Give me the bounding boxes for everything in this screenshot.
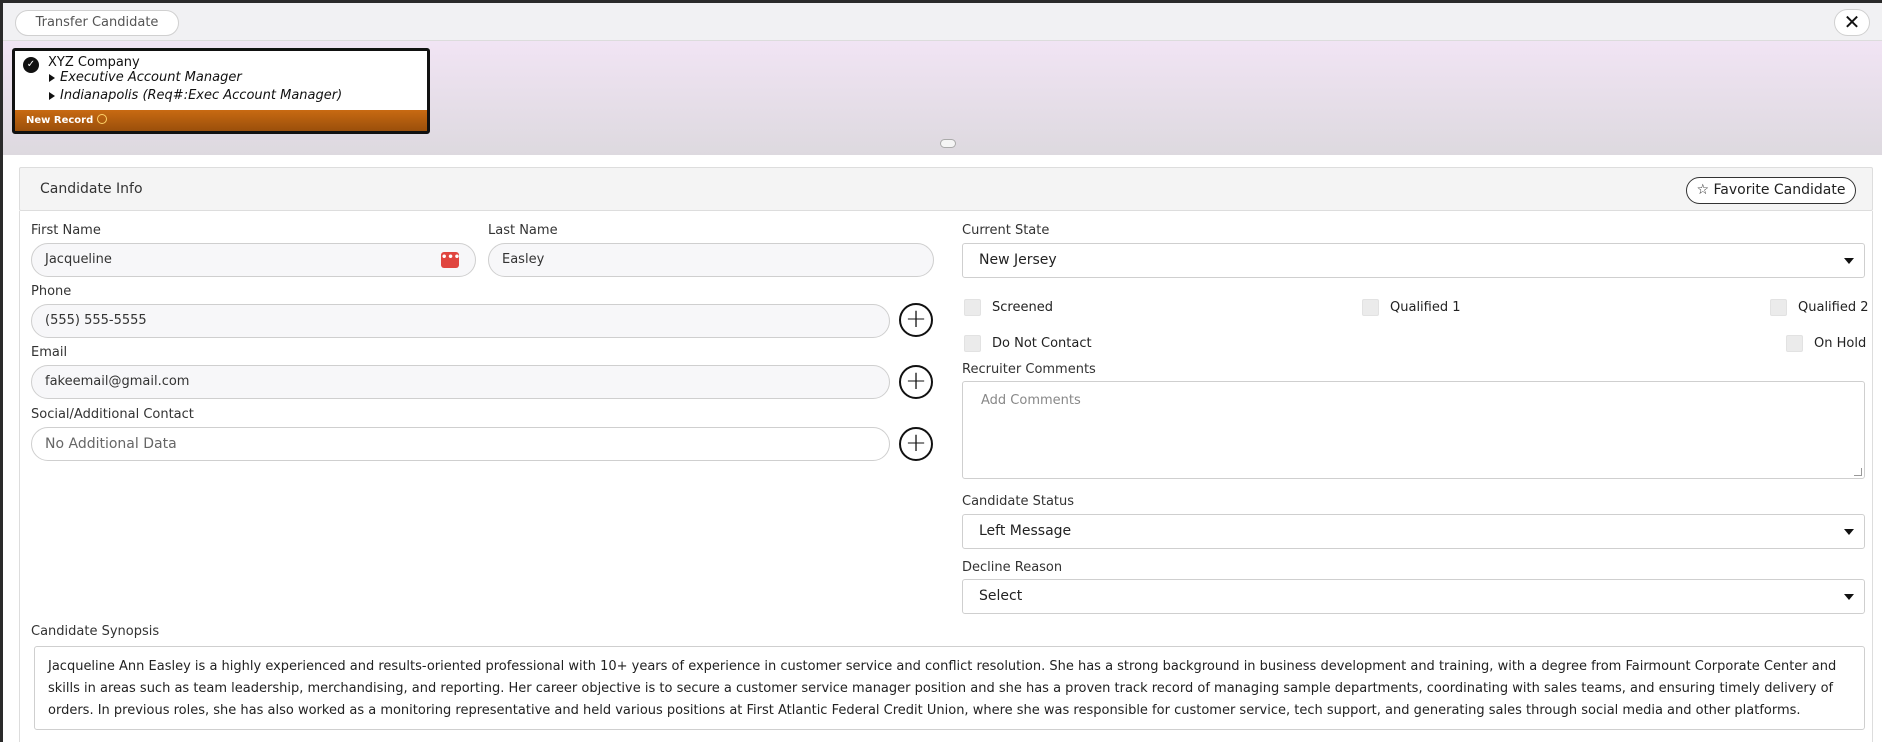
record-status-bar: New Record xyxy=(15,110,427,131)
last-name-label: Last Name xyxy=(488,223,558,238)
candidate-synopsis-label: Candidate Synopsis xyxy=(31,624,160,639)
add-email-plus-icon[interactable]: + xyxy=(899,365,933,399)
current-state-label: Current State xyxy=(962,223,1050,238)
autofill-dots-icon[interactable]: ••• xyxy=(441,252,460,268)
resize-grip-icon[interactable] xyxy=(940,139,956,148)
record-location: Indianapolis (Req#:Exec Account Manager) xyxy=(60,88,343,103)
section-title: Candidate Info xyxy=(40,181,143,197)
screened-checkbox[interactable] xyxy=(964,299,981,316)
caret-down-icon xyxy=(1844,258,1854,264)
candidate-status-label: Candidate Status xyxy=(962,494,1075,509)
email-field[interactable]: fakeemail@gmail.com xyxy=(31,365,890,399)
top-bar: Transfer Candidate ✕ xyxy=(3,3,1882,41)
first-name-field[interactable]: Jacqueline ••• xyxy=(31,243,476,277)
do-not-contact-checkbox[interactable] xyxy=(964,335,981,352)
do-not-contact-label: Do Not Contact xyxy=(992,336,1092,351)
email-label: Email xyxy=(31,345,68,360)
resize-handle-icon[interactable] xyxy=(1854,468,1862,476)
first-name-value: Jacqueline xyxy=(45,252,112,267)
current-state-select[interactable]: New Jersey xyxy=(962,243,1865,278)
expand-triangle-icon[interactable] xyxy=(49,74,55,82)
caret-down-icon xyxy=(1844,529,1854,535)
phone-field[interactable]: (555) 555-5555 xyxy=(31,304,890,338)
candidate-synopsis-text[interactable]: Jacqueline Ann Easley is a highly experi… xyxy=(34,646,1865,730)
social-field[interactable]: No Additional Data xyxy=(31,427,890,461)
candidate-window: Transfer Candidate ✕ ✓ XYZ Company Execu… xyxy=(3,3,1882,742)
record-company: XYZ Company xyxy=(48,55,140,70)
candidate-status-value: Left Message xyxy=(979,523,1072,539)
last-name-field[interactable]: Easley xyxy=(488,243,934,277)
current-state-value: New Jersey xyxy=(979,252,1057,268)
recruiter-comments-placeholder: Add Comments xyxy=(981,393,1081,408)
record-card[interactable]: ✓ XYZ Company Executive Account Manager … xyxy=(12,48,430,134)
first-name-label: First Name xyxy=(31,223,101,238)
decline-reason-select[interactable]: Select xyxy=(962,579,1865,614)
add-social-plus-icon[interactable]: + xyxy=(899,427,933,461)
favorite-label: Favorite Candidate xyxy=(1713,182,1846,198)
recruiter-comments-textarea[interactable]: Add Comments xyxy=(962,381,1865,479)
candidate-status-select[interactable]: Left Message xyxy=(962,514,1865,549)
record-strip: ✓ XYZ Company Executive Account Manager … xyxy=(3,41,1882,155)
screened-label: Screened xyxy=(992,300,1053,315)
transfer-candidate-button[interactable]: Transfer Candidate xyxy=(15,10,179,36)
on-hold-checkbox[interactable] xyxy=(1786,335,1803,352)
candidate-info-header: Candidate Info ☆ Favorite Candidate xyxy=(19,167,1873,211)
smile-icon xyxy=(97,114,108,124)
record-status-label: New Record xyxy=(26,115,94,126)
qualified2-checkbox[interactable] xyxy=(1770,299,1787,316)
decline-reason-value: Select xyxy=(979,588,1023,604)
qualified1-label: Qualified 1 xyxy=(1390,300,1461,315)
decline-reason-label: Decline Reason xyxy=(962,560,1063,575)
check-circle-icon: ✓ xyxy=(23,57,39,73)
social-label: Social/Additional Contact xyxy=(31,407,194,422)
add-phone-plus-icon[interactable]: + xyxy=(899,303,933,337)
expand-triangle-icon[interactable] xyxy=(49,92,55,100)
star-icon: ☆ xyxy=(1696,182,1710,198)
close-icon[interactable]: ✕ xyxy=(1834,9,1870,36)
qualified2-label: Qualified 2 xyxy=(1798,300,1869,315)
on-hold-label: On Hold xyxy=(1814,336,1867,351)
qualified1-checkbox[interactable] xyxy=(1362,299,1379,316)
caret-down-icon xyxy=(1844,594,1854,600)
favorite-candidate-button[interactable]: ☆ Favorite Candidate xyxy=(1686,177,1856,204)
recruiter-comments-label: Recruiter Comments xyxy=(962,362,1096,377)
phone-label: Phone xyxy=(31,284,72,299)
record-position: Executive Account Manager xyxy=(60,70,242,85)
